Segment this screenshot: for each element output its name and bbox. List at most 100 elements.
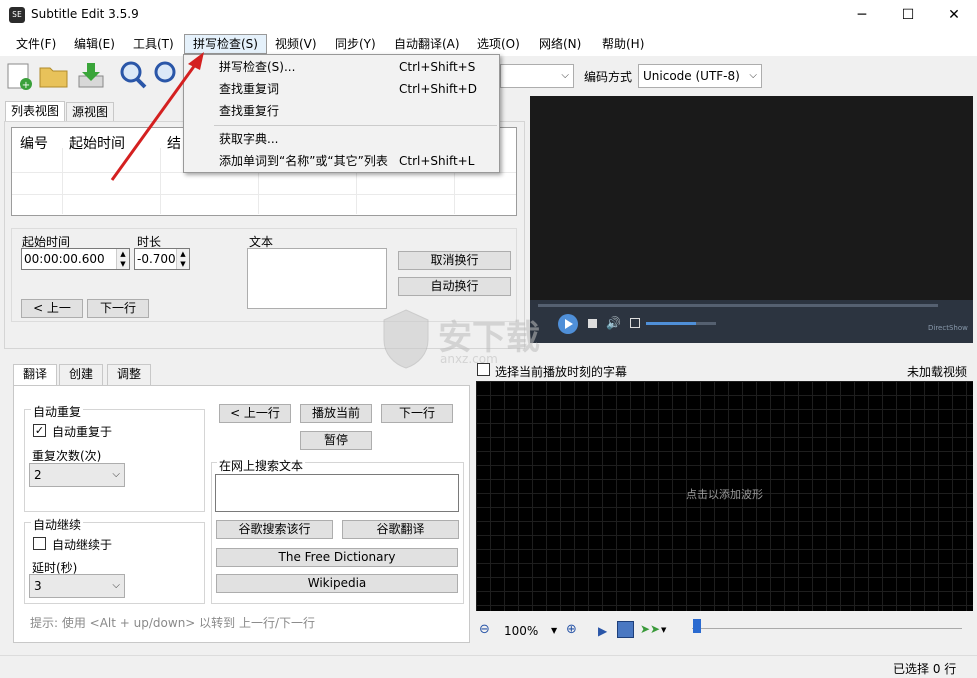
free-dictionary-button[interactable]: The Free Dictionary [216, 548, 458, 567]
menu-options[interactable]: 选项(O) [469, 34, 528, 54]
auto-wrap-button[interactable]: 自动换行 [398, 277, 511, 296]
watermark: 安下载 anxz.com [380, 308, 580, 378]
duration-input[interactable]: -0.700 ▲ ▼ [134, 248, 190, 270]
grid-line [62, 148, 63, 214]
search-text-input[interactable] [215, 474, 459, 512]
waveform-placeholder: 点击以添加波形 [686, 488, 763, 501]
tab-translate[interactable]: 翻译 [13, 364, 57, 385]
prev-line-button[interactable]: < 上一行 [219, 404, 291, 423]
menu-network[interactable]: 网络(N) [531, 34, 589, 54]
menu-item-add-to-names[interactable]: 添加单词到“名称”或“其它”列表 Ctrl+Shift+L [184, 150, 499, 172]
menu-item-shortcut: Ctrl+Shift+D [399, 82, 477, 96]
video-seek-bar[interactable] [538, 304, 938, 307]
play-icon[interactable]: ▶ [598, 624, 607, 638]
start-time-stepper[interactable]: ▲ ▼ [116, 249, 129, 269]
menu-item-find-double-lines[interactable]: 查找重复行 [184, 100, 499, 122]
grid-line [12, 194, 516, 195]
position-slider-handle[interactable] [693, 619, 701, 633]
new-file-icon[interactable]: + [5, 60, 35, 91]
pause-button[interactable]: 暂停 [300, 431, 372, 450]
duration-stepper[interactable]: ▲ ▼ [176, 249, 189, 269]
maximize-button[interactable]: ☐ [885, 0, 931, 30]
encoding-label: 编码方式 [584, 70, 633, 84]
stop-icon[interactable] [588, 319, 597, 328]
video-player[interactable]: 🔊 DirectShow [530, 96, 973, 343]
auto-repeat-checkbox[interactable]: ✓ [33, 424, 46, 437]
chevron-down-icon: ⌵ [749, 70, 757, 81]
waveform-area[interactable]: 点击以添加波形 [476, 381, 973, 611]
subtitle-text-area[interactable] [247, 248, 387, 309]
menu-separator [214, 125, 497, 126]
menu-help[interactable]: 帮助(H) [594, 34, 652, 54]
spectrogram-icon[interactable] [617, 621, 634, 638]
auto-continue-check-label: 自动继续于 [52, 538, 113, 552]
zoom-in-icon[interactable]: ⊕ [566, 622, 577, 637]
position-track[interactable] [692, 628, 962, 629]
google-translate-button[interactable]: 谷歌翻译 [342, 520, 459, 539]
column-number[interactable]: 编号 [20, 133, 48, 153]
menu-item-label: 添加单词到“名称”或“其它”列表 [219, 154, 388, 168]
menu-item-find-double-words[interactable]: 查找重复词 Ctrl+Shift+D [184, 78, 499, 100]
menu-auto-translate[interactable]: 自动翻译(A) [386, 34, 468, 54]
prev-button[interactable]: < 上一 [21, 299, 83, 318]
tab-list-view[interactable]: 列表视图 [5, 101, 66, 122]
shield-icon [383, 309, 429, 369]
menu-item-label: 查找重复词 [219, 82, 280, 96]
menu-video[interactable]: 视频(V) [267, 34, 325, 54]
fast-forward-icon[interactable]: ➤➤ [640, 622, 660, 636]
repeat-count-value: 2 [34, 468, 42, 482]
menu-sync[interactable]: 同步(Y) [327, 34, 384, 54]
chevron-down-icon: ⌵ [112, 469, 120, 480]
video-controls: 🔊 DirectShow [530, 300, 973, 343]
app-icon: SE [9, 7, 25, 23]
close-button[interactable]: ✕ [931, 0, 977, 30]
start-time-value: 00:00:00.600 [24, 252, 105, 266]
fullscreen-icon[interactable] [630, 318, 640, 328]
window-title: Subtitle Edit 3.5.9 [31, 7, 139, 21]
auto-repeat-title: 自动重复 [31, 403, 84, 420]
minimize-button[interactable]: ─ [839, 0, 885, 30]
zoom-out-icon[interactable]: ⊖ [479, 622, 490, 637]
zoom-level[interactable]: 100% [504, 624, 538, 638]
play-current-button[interactable]: 播放当前 [300, 404, 372, 423]
status-bar: 已选择 0 行 [0, 655, 977, 678]
wikipedia-button[interactable]: Wikipedia [216, 574, 458, 593]
repeat-count-label: 重复次数(次) [32, 449, 102, 463]
selection-status: 已选择 0 行 [893, 662, 957, 676]
encoding-value: Unicode (UTF-8) [643, 69, 740, 83]
menu-item-shortcut: Ctrl+Shift+S [399, 60, 476, 74]
cancel-wrap-button[interactable]: 取消换行 [398, 251, 511, 270]
encoding-dropdown[interactable]: Unicode (UTF-8) ⌵ [638, 64, 762, 88]
menu-item-label: 查找重复行 [219, 104, 280, 118]
menu-item-spellcheck[interactable]: 拼写检查(S)... Ctrl+Shift+S [184, 56, 499, 78]
next-line-button[interactable]: 下一行 [381, 404, 453, 423]
auto-continue-title: 自动继续 [31, 516, 84, 533]
auto-continue-checkbox[interactable] [33, 537, 46, 550]
title-bar: SE Subtitle Edit 3.5.9 ─ ☐ ✕ [0, 0, 977, 30]
volume-slider[interactable] [646, 322, 716, 325]
google-search-button[interactable]: 谷歌搜索该行 [216, 520, 333, 539]
chevron-down-icon: ⌵ [112, 580, 120, 591]
start-time-input[interactable]: 00:00:00.600 ▲ ▼ [21, 248, 130, 270]
tab-adjust[interactable]: 调整 [107, 364, 151, 385]
volume-icon[interactable]: 🔊 [606, 316, 621, 330]
menu-item-shortcut: Ctrl+Shift+L [399, 154, 475, 168]
next-button[interactable]: 下一行 [87, 299, 149, 318]
delay-dropdown[interactable]: 3 ⌵ [29, 574, 125, 598]
tab-create[interactable]: 创建 [59, 364, 103, 385]
annotation-arrow-icon [110, 52, 204, 181]
menu-item-get-dictionary[interactable]: 获取字典... [184, 128, 499, 150]
delay-value: 3 [34, 579, 42, 593]
menu-item-label: 获取字典... [219, 132, 279, 146]
chevron-down-icon[interactable]: ▼ [661, 626, 666, 634]
web-search-title: 在网上搜索文本 [217, 457, 306, 474]
zoom-dropdown-icon[interactable]: ▼ [551, 626, 557, 635]
watermark-subtext: anxz.com [440, 352, 498, 366]
hint-text: 提示: 使用 <Alt + up/down> 以转到 上一行/下一行 [30, 616, 316, 630]
duration-value: -0.700 [137, 252, 176, 266]
frame-rate-dropdown[interactable]: ⌵ [500, 64, 574, 88]
open-folder-icon[interactable] [38, 60, 68, 90]
repeat-count-dropdown[interactable]: 2 ⌵ [29, 463, 125, 487]
no-video-label: 未加载视频 [907, 365, 968, 379]
menu-file[interactable]: 文件(F) [8, 34, 64, 54]
